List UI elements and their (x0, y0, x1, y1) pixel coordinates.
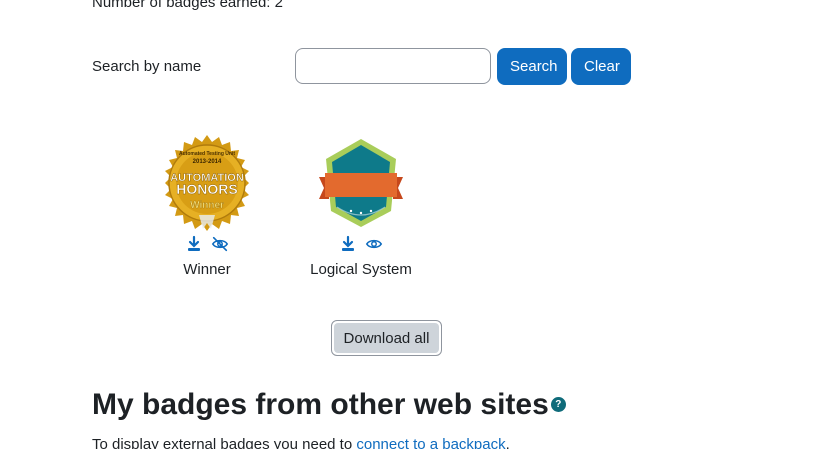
badge-line2-text: HONORS (176, 181, 237, 197)
badge-item-logical-system: Logical System (286, 133, 436, 278)
download-all-label: Download all (334, 323, 439, 353)
download-all-button[interactable]: Download all (331, 320, 442, 356)
connect-backpack-link[interactable]: connect to a backpack (356, 436, 505, 449)
badge-actions (286, 233, 436, 255)
clear-button[interactable]: Clear (571, 48, 631, 85)
badge-name[interactable]: Logical System (286, 261, 436, 278)
external-text-suffix: . (505, 436, 510, 449)
download-icon[interactable] (185, 235, 203, 253)
help-icon[interactable]: ? (550, 396, 566, 412)
badge-name[interactable]: Winner (132, 261, 282, 278)
badge-ring-text: Automated Testing Unit (179, 151, 235, 157)
external-badges-heading-text: My badges from other web sites (92, 388, 549, 421)
badge-count-text: Number of badges earned: 2 (92, 0, 283, 11)
eye-slash-icon[interactable] (211, 235, 229, 253)
external-text-prefix: To display external badges you need to (92, 436, 357, 449)
search-label: Search by name (92, 58, 202, 75)
download-icon[interactable] (339, 235, 357, 253)
badge-image-logical-system[interactable] (311, 133, 411, 233)
search-input[interactable] (295, 48, 491, 84)
badge-image-winner[interactable]: Automated Testing Unit 2013-2014 AUTOMAT… (157, 133, 257, 233)
badge-item-winner: Automated Testing Unit 2013-2014 AUTOMAT… (132, 133, 282, 278)
external-badges-text: To display external badges you need to c… (92, 436, 510, 449)
eye-icon[interactable] (365, 235, 383, 253)
external-badges-heading: My badges from other web sites? (92, 388, 566, 422)
badge-actions (132, 233, 282, 255)
page: Number of badges earned: 2 Search by nam… (0, 0, 817, 449)
search-button[interactable]: Search (497, 48, 567, 85)
badge-year-text: 2013-2014 (193, 159, 222, 165)
badge-line3-text: Winner (190, 200, 224, 211)
